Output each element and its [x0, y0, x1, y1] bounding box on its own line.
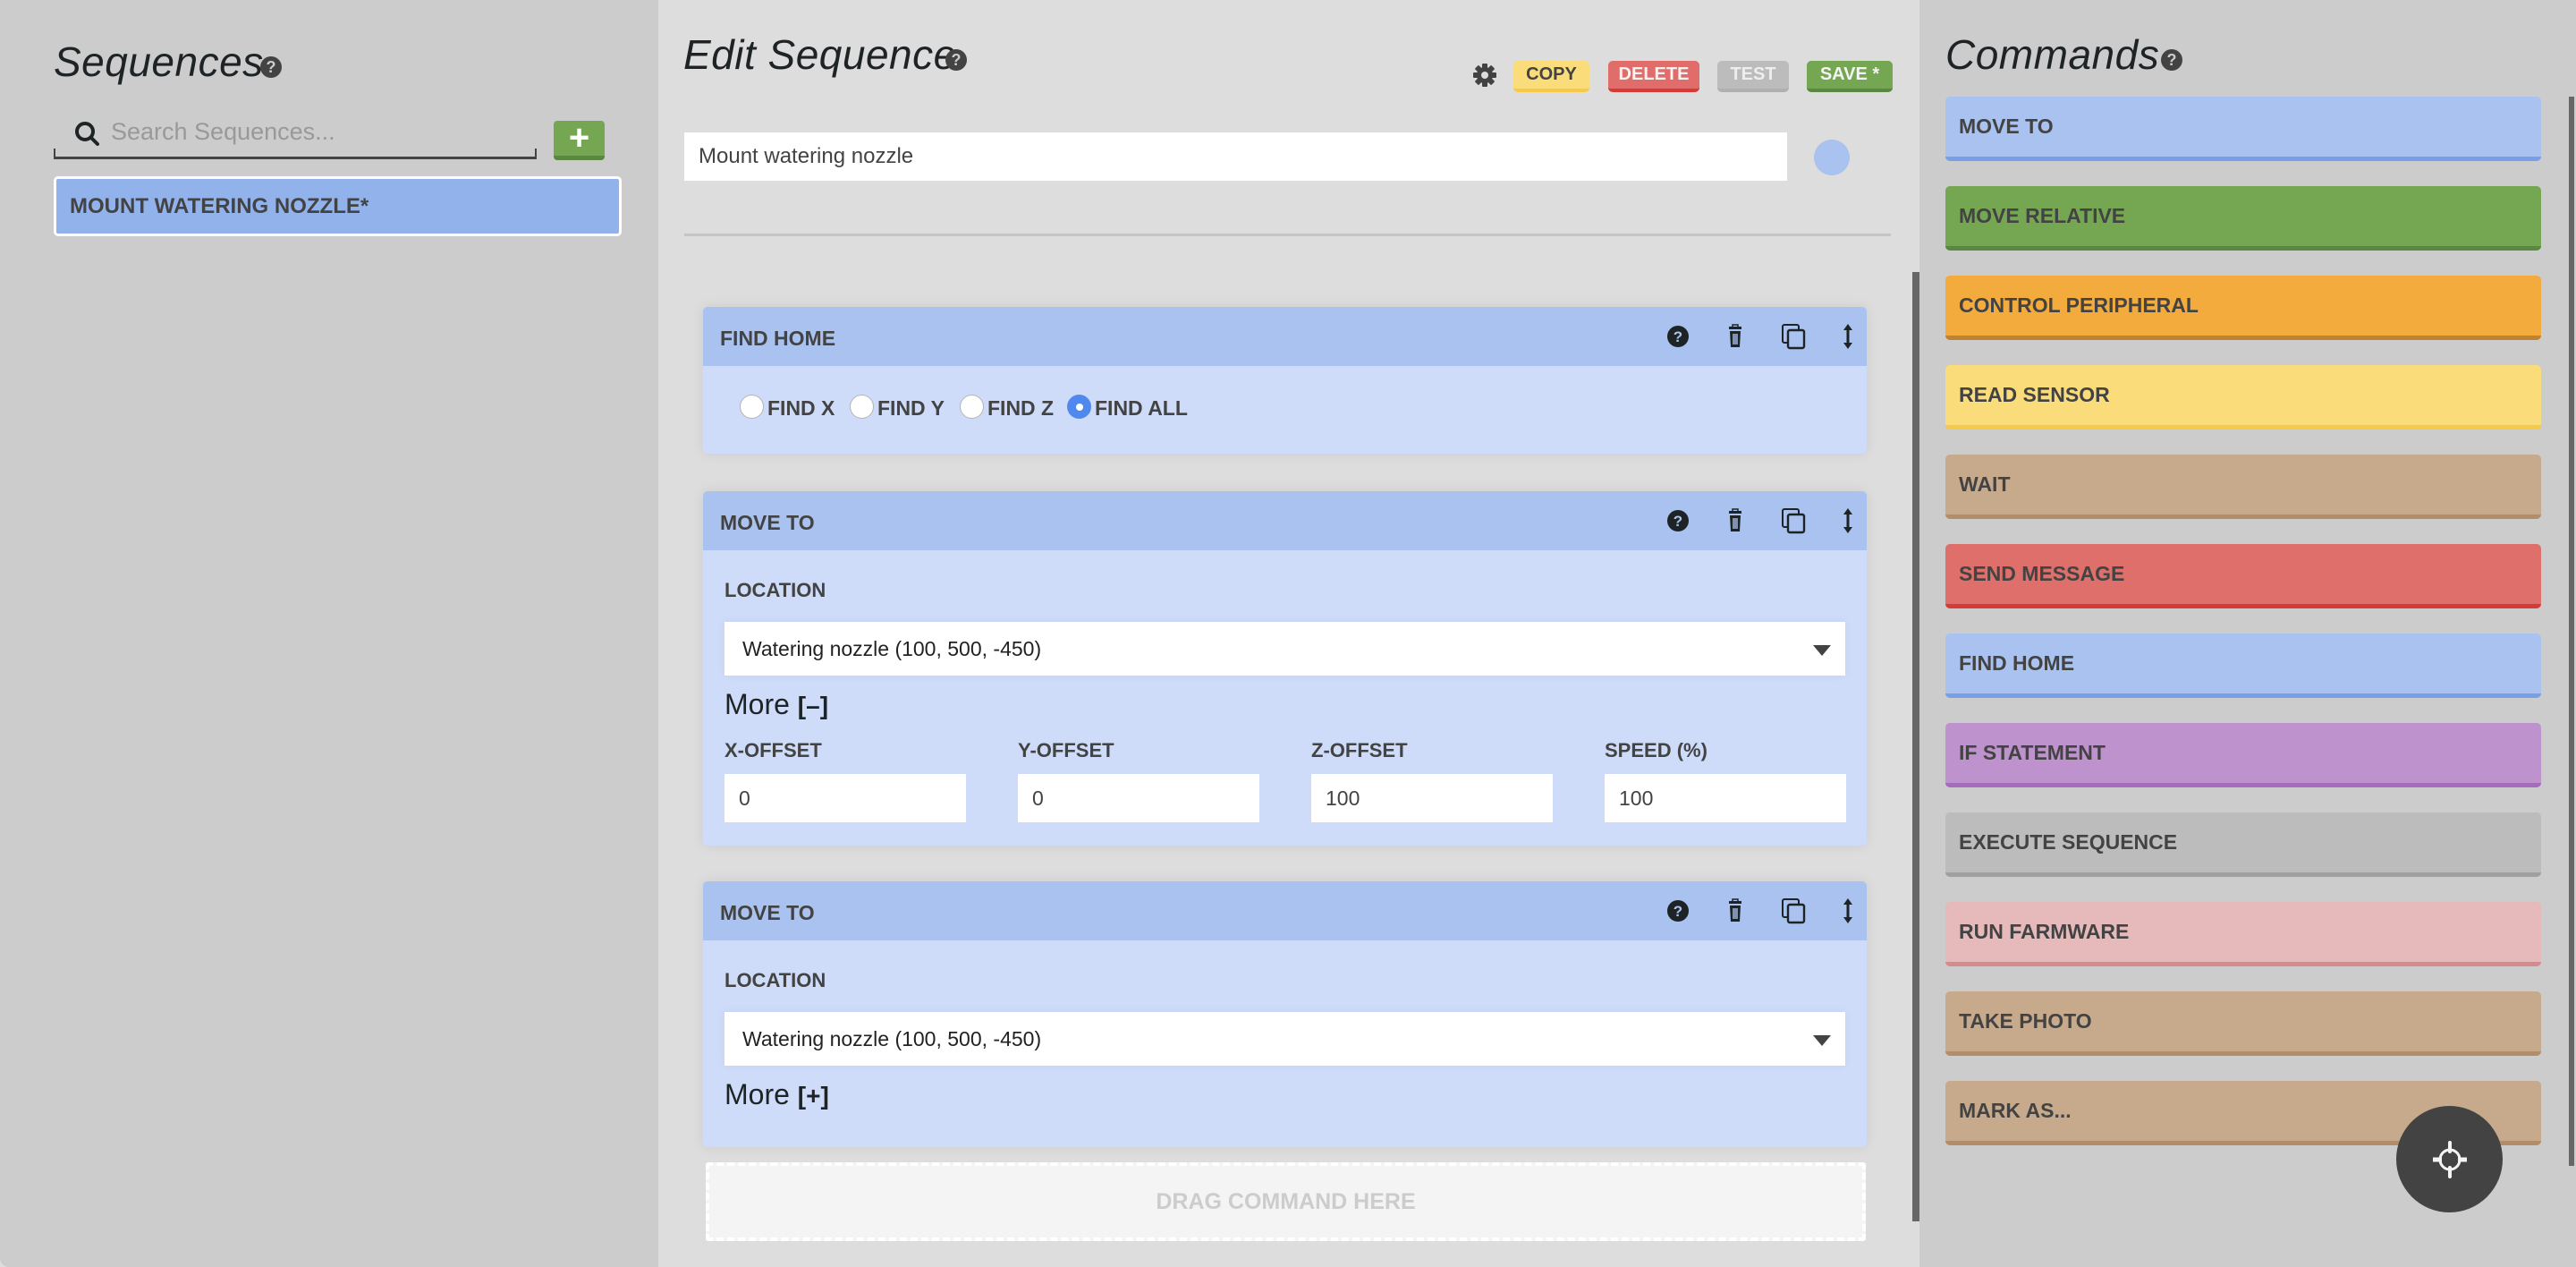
trash-icon[interactable]	[1722, 897, 1749, 924]
drag-arrows-icon[interactable]	[1835, 507, 1861, 534]
trash-icon[interactable]	[1722, 507, 1749, 534]
svg-text:?: ?	[1674, 903, 1682, 920]
step-header[interactable]: FIND HOME ?	[703, 307, 1867, 366]
command-control-peripheral[interactable]: CONTROL PERIPHERAL	[1945, 276, 2541, 340]
copy-button[interactable]: COPY	[1513, 61, 1589, 92]
command-if-statement[interactable]: IF STATEMENT	[1945, 723, 2541, 787]
drop-zone[interactable]: DRAG COMMAND HERE	[706, 1162, 1866, 1241]
command-wait[interactable]: WAIT	[1945, 455, 2541, 519]
collapse-icon: [–]	[797, 692, 829, 719]
x-offset-label: X-OFFSET	[724, 739, 822, 761]
y-offset-input[interactable]	[1018, 774, 1259, 822]
step-title: FIND HOME	[720, 327, 836, 350]
z-offset-input[interactable]	[1311, 774, 1553, 822]
edit-sequence-title: Edit Sequence	[683, 31, 957, 78]
crosshair-icon	[2433, 1141, 2467, 1178]
sequences-panel: Sequences ? + MOUNT WATERING NOZZLE*	[0, 0, 658, 1267]
question-circle-icon[interactable]: ?	[1665, 507, 1691, 534]
step-header[interactable]: MOVE TO ?	[703, 491, 1867, 550]
svg-text:?: ?	[1674, 513, 1682, 530]
drag-arrows-icon[interactable]	[1835, 323, 1861, 350]
question-circle-icon[interactable]: ?	[2161, 49, 2182, 71]
gear-icon[interactable]	[1472, 63, 1497, 88]
command-take-photo[interactable]: TAKE PHOTO	[1945, 991, 2541, 1056]
question-circle-icon[interactable]: ?	[1665, 897, 1691, 924]
command-execute-sequence[interactable]: EXECUTE SEQUENCE	[1945, 812, 2541, 877]
search-input[interactable]	[111, 111, 522, 152]
trash-icon[interactable]	[1722, 323, 1749, 350]
x-offset-input[interactable]	[724, 774, 966, 822]
speed-label: SPEED (%)	[1605, 739, 1707, 761]
commands-title: Commands	[1945, 31, 2160, 78]
commands-scrollbar[interactable]	[2569, 97, 2574, 1166]
delete-button[interactable]: DELETE	[1608, 61, 1699, 92]
search-icon	[75, 122, 99, 146]
command-run-farmware[interactable]: RUN FARMWARE	[1945, 902, 2541, 966]
command-move-relative[interactable]: MOVE RELATIVE	[1945, 186, 2541, 251]
clone-icon[interactable]	[1780, 507, 1807, 534]
command-move-to[interactable]: MOVE TO	[1945, 97, 2541, 161]
step-header[interactable]: MOVE TO ?	[703, 881, 1867, 940]
speed-input[interactable]	[1605, 774, 1846, 822]
command-read-sensor[interactable]: READ SENSOR	[1945, 365, 2541, 429]
question-circle-icon[interactable]: ?	[1665, 323, 1691, 350]
question-circle-icon[interactable]: ?	[945, 49, 967, 71]
location-value: Watering nozzle (100, 500, -450)	[742, 1027, 1042, 1050]
question-circle-icon[interactable]: ?	[260, 56, 282, 78]
move-controls-button[interactable]	[2396, 1106, 2503, 1212]
divider	[684, 234, 1891, 236]
location-value: Watering nozzle (100, 500, -450)	[742, 637, 1042, 660]
command-find-home[interactable]: FIND HOME	[1945, 634, 2541, 698]
add-sequence-button[interactable]: +	[554, 118, 605, 160]
clone-icon[interactable]	[1780, 897, 1807, 924]
chevron-down-icon	[1813, 645, 1831, 656]
y-offset-label: Y-OFFSET	[1018, 739, 1114, 761]
location-label: LOCATION	[724, 969, 826, 991]
step-move-to[interactable]: MOVE TO ? LOCATION Watering nozzle (100,…	[703, 491, 1867, 846]
test-button[interactable]: TEST	[1717, 61, 1789, 92]
step-title: MOVE TO	[720, 511, 815, 534]
save-button[interactable]: SAVE *	[1807, 61, 1893, 92]
location-select[interactable]: Watering nozzle (100, 500, -450)	[724, 1012, 1845, 1066]
svg-text:?: ?	[1674, 328, 1682, 345]
more-toggle[interactable]: More [+]	[724, 1078, 829, 1111]
chevron-down-icon	[1813, 1035, 1831, 1046]
sequence-color-picker[interactable]	[1814, 140, 1850, 175]
location-select[interactable]: Watering nozzle (100, 500, -450)	[724, 622, 1845, 676]
more-toggle[interactable]: More [–]	[724, 688, 828, 721]
command-send-message[interactable]: SEND MESSAGE	[1945, 544, 2541, 608]
step-move-to[interactable]: MOVE TO ? LOCATION Watering nozzle (100,…	[703, 881, 1867, 1147]
expand-icon: [+]	[797, 1082, 829, 1110]
sequence-name-input[interactable]	[684, 132, 1787, 181]
drag-arrows-icon[interactable]	[1835, 897, 1861, 924]
clone-icon[interactable]	[1780, 323, 1807, 350]
search-field[interactable]	[54, 109, 540, 159]
sequence-list-item[interactable]: MOUNT WATERING NOZZLE*	[54, 176, 622, 236]
z-offset-label: Z-OFFSET	[1311, 739, 1408, 761]
sequences-title: Sequences	[54, 38, 264, 85]
step-title: MOVE TO	[720, 901, 815, 924]
location-label: LOCATION	[724, 579, 826, 601]
plus-icon: +	[568, 118, 590, 157]
editor-scrollbar[interactable]	[1912, 272, 1919, 1221]
step-find-home[interactable]: FIND HOME ? FIND X FIND Y FIND Z FIND AL…	[703, 307, 1867, 454]
